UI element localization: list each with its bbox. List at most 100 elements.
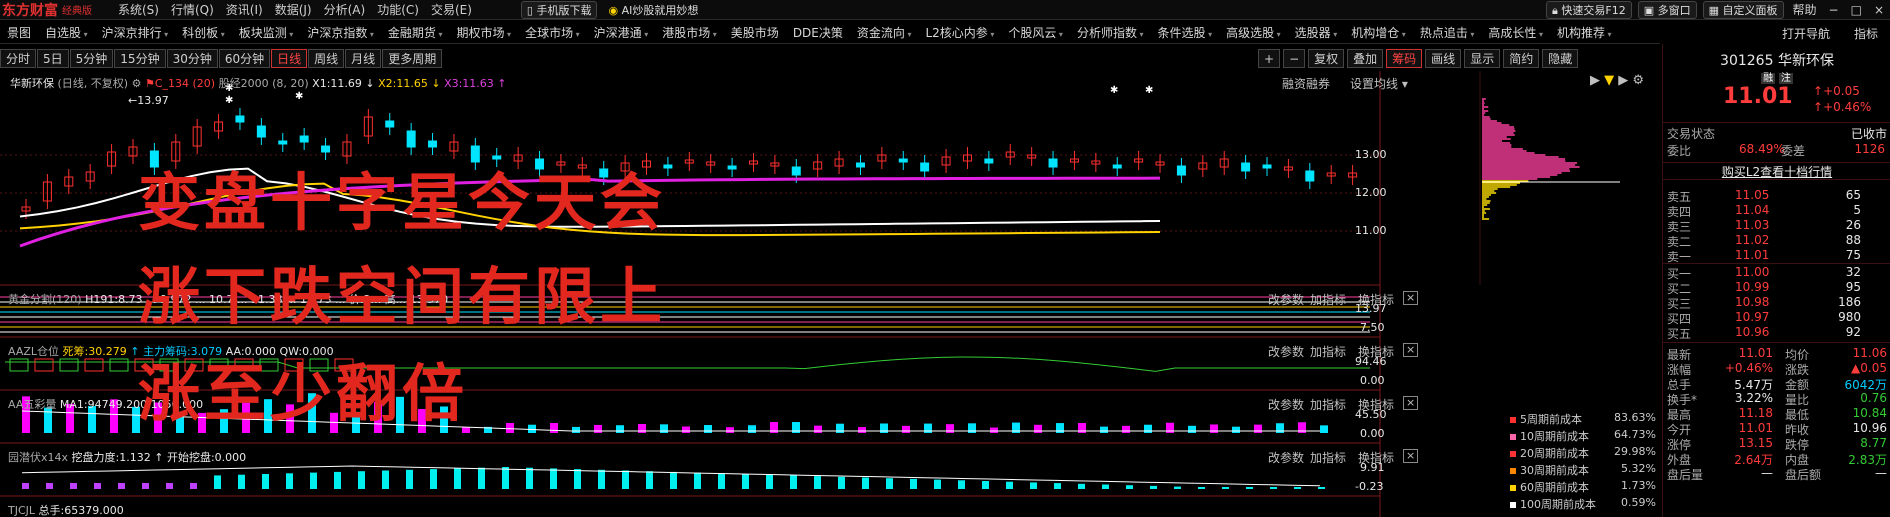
ask-row[interactable]: 卖五 11.05 65 [1663,188,1890,204]
panel3-control-0[interactable]: 改参数 [1268,396,1304,413]
minimize-button[interactable]: − [1823,3,1845,17]
panel1-control-3[interactable]: × [1403,291,1418,305]
help-button[interactable]: 帮助 [1787,1,1823,18]
nav-item-17[interactable]: 条件选股 [1151,24,1220,41]
candle-body [1049,159,1057,167]
nav-item-2[interactable]: 沪深京排行 [95,24,176,41]
ask-row[interactable]: 卖四 11.04 5 [1663,203,1890,219]
menu-functions[interactable]: 功能(C) [371,1,425,18]
nav-item-8[interactable]: 全球市场 [518,24,587,41]
bid-row[interactable]: 买二 10.99 95 [1663,280,1890,296]
panel4-control-3[interactable]: × [1403,449,1418,463]
nav-item-11[interactable]: 美股市场 [724,24,786,41]
x3-value: X3:11.63 [444,77,494,90]
menu-data[interactable]: 数据(J) [269,1,318,18]
chart-tool-3[interactable]: 叠加 [1347,49,1383,68]
gear-icon[interactable]: ⚙ [1632,73,1644,88]
menu-analysis[interactable]: 分析(A) [318,1,372,18]
ask-row[interactable]: 卖二 11.02 88 [1663,233,1890,249]
panel3-control-1[interactable]: 加指标 [1310,396,1346,413]
panel4-control-0[interactable]: 改参数 [1268,449,1304,466]
nav-item-23[interactable]: 机构推荐 [1550,24,1619,41]
chart-nav-icons[interactable]: ▶ ▼ ▶ ⚙ [1590,73,1644,88]
l2-link[interactable]: 购买L2查看十档行情 [1663,162,1890,180]
panel2-control-0[interactable]: 改参数 [1268,343,1304,360]
period-button-1[interactable]: 5日 [37,49,69,68]
nav-item-19[interactable]: 选股器 [1288,24,1345,41]
nav-item-13[interactable]: 资金流向 [850,24,919,41]
period-button-6[interactable]: 日线 [271,49,307,68]
open-nav-button[interactable]: 打开导航 [1782,25,1830,42]
panel2-control-3[interactable]: × [1403,343,1418,357]
menu-news[interactable]: 资讯(I) [220,1,269,18]
period-button-2[interactable]: 5分钟 [70,49,114,68]
nav-item-3[interactable]: 科创板 [175,24,232,41]
nav-item-6[interactable]: 金融期货 [381,24,450,41]
period-button-4[interactable]: 30分钟 [167,49,218,68]
kline-chart-area[interactable]: ✱ ✱ ✱ ✱ ✱ 华新环保 (日线, 不复权) ⚙ ⚑C_134 (20) 股经200… [0,71,1660,517]
volume-bar [1254,425,1262,433]
menu-trade[interactable]: 交易(E) [425,1,478,18]
play-icon-2[interactable]: ▶ [1618,73,1628,88]
close-button[interactable]: × [1868,3,1890,17]
nav-item-1[interactable]: 自选股 [38,24,95,41]
period-button-5[interactable]: 60分钟 [219,49,270,68]
nav-item-9[interactable]: 沪深港通 [587,24,656,41]
panel1-control-1[interactable]: 加指标 [1310,291,1346,308]
nav-item-15[interactable]: 个股风云 [1001,24,1070,41]
multi-window-button[interactable]: ▣ 多窗口 [1638,1,1697,19]
menu-quotes[interactable]: 行情(Q) [165,1,220,18]
ask-row[interactable]: 卖三 11.03 26 [1663,218,1890,234]
period-button-7[interactable]: 周线 [308,49,344,68]
nav-item-0[interactable]: 景图 [0,24,38,41]
bid-row[interactable]: 买四 10.97 980 [1663,310,1890,326]
period-button-3[interactable]: 15分钟 [114,49,165,68]
nav-item-16[interactable]: 分析师指数 [1070,24,1151,41]
custom-panel-button[interactable]: ▦ 自定义面板 [1703,1,1784,19]
chart-tool-4[interactable]: 筹码 [1386,49,1422,68]
bid-row[interactable]: 买三 10.98 186 [1663,295,1890,311]
nav-item-5[interactable]: 沪深京指数 [300,24,381,41]
bid-row[interactable]: 买一 11.00 32 [1663,265,1890,281]
play-icon[interactable]: ▶ [1590,73,1600,88]
chart-tool-8[interactable]: 隐藏 [1542,49,1578,68]
panel3-control-2[interactable]: 换指标 [1358,396,1394,413]
menu-system[interactable]: 系统(S) [112,1,165,18]
chart-tool-5[interactable]: 画线 [1425,49,1461,68]
indicator-button[interactable]: 指标 [1854,25,1878,42]
nav-item-12[interactable]: DDE决策 [786,24,850,41]
panel1-control-2[interactable]: 换指标 [1358,291,1394,308]
nav-item-21[interactable]: 热点追击 [1413,24,1482,41]
ma-settings-link[interactable]: 设置均线 ▾ [1350,75,1408,92]
nav-item-4[interactable]: 板块监测 [232,24,301,41]
mobile-download-button[interactable]: ▯ 手机版下载 [521,1,598,19]
chart-tool-1[interactable]: − [1283,49,1305,68]
ask-row[interactable]: 卖一 11.01 75 [1663,248,1890,264]
chart-tool-7[interactable]: 简约 [1503,49,1539,68]
nav-item-10[interactable]: 港股市场 [655,24,724,41]
marker-icon[interactable]: ▼ [1604,73,1614,88]
gear-icon[interactable]: ⚙ [132,77,142,90]
period-button-9[interactable]: 更多周期 [382,49,442,68]
nav-item-22[interactable]: 高成长性 [1481,24,1550,41]
chart-tool-0[interactable]: + [1258,49,1280,68]
period-button-8[interactable]: 月线 [345,49,381,68]
panel1-control-0[interactable]: 改参数 [1268,291,1304,308]
panel4-control-1[interactable]: 加指标 [1310,449,1346,466]
panel2-control-2[interactable]: 换指标 [1358,343,1394,360]
ai-promo-link[interactable]: ◉ AI炒股就用妙想 [603,2,703,18]
panel4-control-2[interactable]: 换指标 [1358,449,1394,466]
quick-trade-button[interactable]: 🔒︎ 快速交易F12 [1546,1,1632,19]
nav-item-14[interactable]: L2核心内参 [918,24,1001,41]
chart-tool-2[interactable]: 复权 [1308,49,1344,68]
panel3-control-3[interactable]: × [1403,396,1418,410]
bid-row[interactable]: 买五 10.96 92 [1663,325,1890,341]
panel2-control-1[interactable]: 加指标 [1310,343,1346,360]
margin-trading-link[interactable]: 融资融券 [1282,75,1330,92]
nav-item-18[interactable]: 高级选股 [1219,24,1288,41]
period-button-0[interactable]: 分时 [0,49,36,68]
nav-item-7[interactable]: 期权市场 [449,24,518,41]
nav-item-20[interactable]: 机构增仓 [1344,24,1413,41]
maximize-button[interactable]: □ [1845,3,1868,17]
chart-tool-6[interactable]: 显示 [1464,49,1500,68]
